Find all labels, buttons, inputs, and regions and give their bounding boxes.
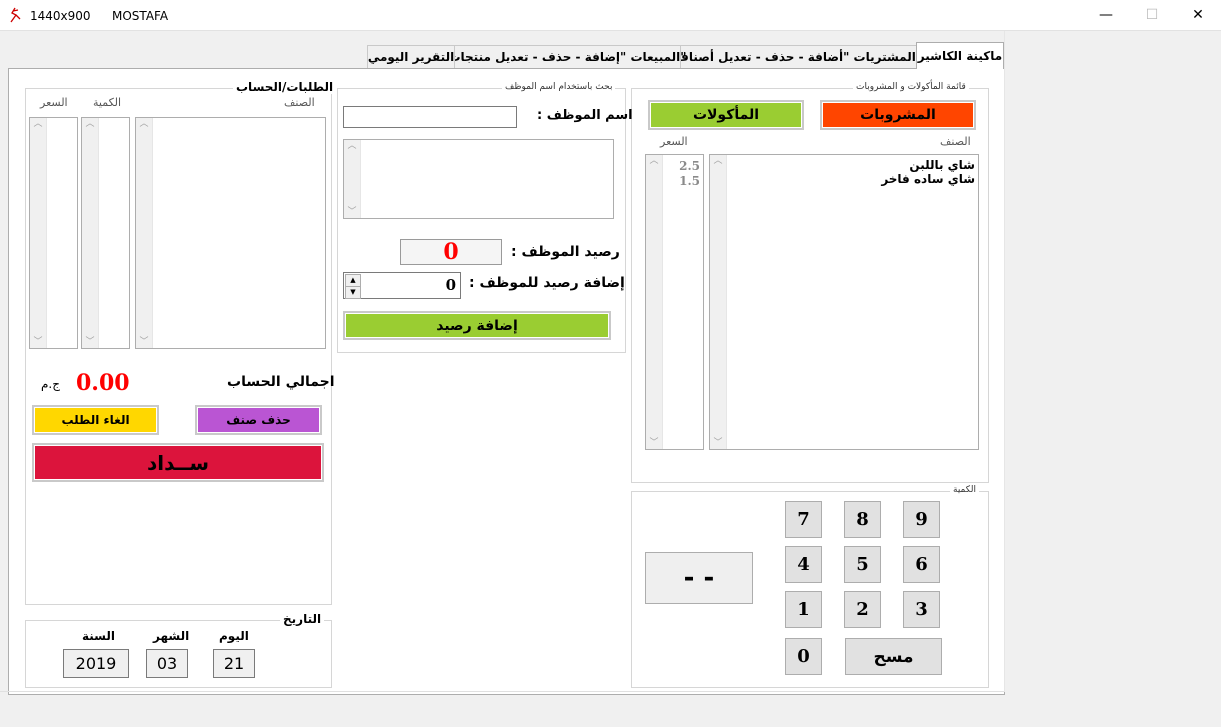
window-title: MOSTAFA [112,9,169,23]
menu-prices-scrollbar[interactable]: ︿ ﹀ [646,155,663,449]
month-label: الشهر [153,629,190,643]
food-button-label: المأكولات [692,107,760,123]
food-button[interactable]: المأكولات [648,100,804,130]
order-qty-scrollbar[interactable]: ︿ ﹀ [82,118,99,348]
key-5[interactable]: 5 [844,546,881,583]
order-item-header: الصنف [284,96,315,109]
scroll-down-icon[interactable]: ﹀ [136,336,152,348]
scroll-up-icon[interactable]: ︿ [646,155,662,167]
title-bar: 1440x900 MOSTAFA — ☐ ✕ [0,0,1221,31]
key-4[interactable]: 4 [785,546,822,583]
add-balance-button[interactable]: إضافة رصيد [343,311,611,340]
add-balance-label: إضافة رصيد للموظف : [469,275,625,291]
quantity-group-title: الكمية [950,485,979,495]
menu-item[interactable]: شاي باللبن [881,158,975,172]
drinks-button-label: المشروبات [860,107,936,123]
menu-item[interactable]: شاي ساده فاخر [881,172,975,186]
pay-button[interactable]: ســداد [32,443,324,482]
year-value[interactable]: 2019 [63,649,129,678]
maximize-button[interactable]: ☐ [1129,0,1175,30]
currency-label: ج.م [41,377,60,391]
employee-balance-label: رصيد الموظف : [511,244,620,260]
key-8[interactable]: 8 [844,501,881,538]
scroll-down-icon[interactable]: ﹀ [344,206,360,218]
scroll-up-icon[interactable]: ︿ [344,140,360,152]
order-price-scrollbar[interactable]: ︿ ﹀ [30,118,47,348]
key-7[interactable]: 7 [785,501,822,538]
key-3[interactable]: 3 [903,591,940,628]
order-price-list[interactable]: ︿ ﹀ [29,117,78,349]
delete-item-button-label: حذف صنف [226,413,291,427]
menu-price: 1.5 [679,174,700,188]
order-qty-list[interactable]: ︿ ﹀ [81,117,130,349]
cancel-order-button-label: الغاء الطلب [61,413,130,427]
scroll-up-icon[interactable]: ︿ [710,155,726,167]
scroll-down-icon[interactable]: ﹀ [82,336,98,348]
order-items-scrollbar[interactable]: ︿ ﹀ [136,118,153,348]
tab-daily-report[interactable]: التقرير اليومي [367,45,455,68]
date-group-title: التاريخ [280,612,325,626]
tab-purchases[interactable]: المشتريات "أضافة - حذف - تعديل أصناف" [675,45,922,68]
year-label: السنة [82,629,116,643]
menu-item-header: الصنف [940,135,971,148]
employee-results-scrollbar[interactable]: ︿ ﹀ [344,140,361,218]
employee-group-title: بحث باستخدام اسم الموظف [502,82,616,92]
add-balance-value: 0 [445,276,456,294]
key-6[interactable]: 6 [903,546,940,583]
menu-items-scrollbar[interactable]: ︿ ﹀ [710,155,727,449]
key-1[interactable]: 1 [785,591,822,628]
cancel-order-button[interactable]: الغاء الطلب [32,405,159,435]
pay-button-label: ســداد [146,450,209,475]
total-label: اجمالي الحساب [227,374,335,390]
quantity-display: - - [645,552,753,604]
scroll-down-icon[interactable]: ﹀ [646,437,662,449]
clear-button[interactable]: مسح [845,638,942,675]
add-balance-stepper[interactable]: ▲ ▼ 0 [343,272,461,299]
close-button[interactable]: ✕ [1175,0,1221,30]
app-icon [8,7,22,23]
add-balance-button-label: إضافة رصيد [436,317,518,334]
menu-price-header: السعر [660,135,688,148]
menu-items-list[interactable]: ︿ ﹀ شاي باللبن شاي ساده فاخر [709,154,979,450]
scroll-down-icon[interactable]: ﹀ [710,437,726,449]
stepper-down-icon[interactable]: ▼ [345,286,361,299]
drinks-button[interactable]: المشروبات [820,100,976,130]
employee-results-list[interactable]: ︿ ﹀ [343,139,614,219]
order-price-header: السعر [40,96,68,109]
scroll-up-icon[interactable]: ︿ [30,118,46,130]
menu-group-title: قائمة المأكولات و المشروبات [853,82,969,92]
day-label: اليوم [219,629,249,643]
scroll-up-icon[interactable]: ︿ [136,118,152,130]
day-value[interactable]: 21 [213,649,255,678]
minimize-button[interactable]: — [1083,0,1129,30]
orders-group-title: الطلبات/الحساب [233,80,337,94]
order-qty-header: الكمية [93,96,122,109]
key-9[interactable]: 9 [903,501,940,538]
employee-balance-value: 0 [400,239,502,265]
tab-cashier[interactable]: ماكينة الكاشير [916,42,1004,69]
menu-prices-list[interactable]: ︿ ﹀ 2.5 1.5 [645,154,704,450]
form-divider [0,691,1004,692]
key-2[interactable]: 2 [844,591,881,628]
delete-item-button[interactable]: حذف صنف [195,405,322,435]
window-background [1004,31,1221,692]
employee-name-label: اسم الموظف : [537,108,633,123]
total-value: 0.00 [76,370,130,396]
scroll-down-icon[interactable]: ﹀ [30,336,46,348]
month-value[interactable]: 03 [146,649,188,678]
key-0[interactable]: 0 [785,638,822,675]
tab-sales[interactable]: المبيعات "إضافة - حذف - تعديل منتجات" [448,45,687,68]
employee-name-input[interactable] [343,106,517,128]
menu-price: 2.5 [679,159,700,173]
scroll-up-icon[interactable]: ︿ [82,118,98,130]
order-items-list[interactable]: ︿ ﹀ [135,117,326,349]
window-resolution: 1440x900 [30,9,91,23]
